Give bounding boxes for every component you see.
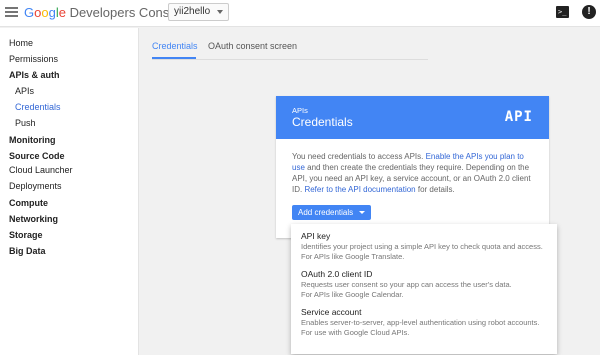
api-documentation-link[interactable]: Refer to the API documentation: [304, 185, 415, 194]
menu-item-title: Service account: [301, 307, 362, 317]
card-title: Credentials: [292, 115, 353, 129]
menu-item-example: For APIs like Google Translate.: [301, 252, 405, 261]
menu-item-oauth-client-id[interactable]: OAuth 2.0 client ID Requests user consen…: [301, 269, 551, 300]
sidebar: Home Permissions APIs & auth APIs Creden…: [0, 28, 139, 355]
sidebar-item-big-data[interactable]: Big Data: [9, 246, 46, 256]
feedback-icon[interactable]: !: [582, 5, 596, 19]
tab-oauth-consent-screen[interactable]: OAuth consent screen: [208, 41, 297, 51]
active-tab-indicator: [152, 57, 196, 59]
tab-bar: Credentials OAuth consent screen: [140, 28, 600, 60]
sidebar-item-push[interactable]: Push: [15, 118, 36, 128]
add-credentials-label: Add credentials: [298, 208, 354, 217]
menu-item-api-key[interactable]: API key Identifies your project using a …: [301, 231, 551, 262]
sidebar-item-networking[interactable]: Networking: [9, 214, 58, 224]
menu-item-service-account[interactable]: Service account Enables server-to-server…: [301, 307, 551, 338]
sidebar-item-compute[interactable]: Compute: [9, 198, 48, 208]
menu-item-title: OAuth 2.0 client ID: [301, 269, 373, 279]
tab-credentials[interactable]: Credentials: [152, 41, 198, 51]
sidebar-item-monitoring[interactable]: Monitoring: [9, 135, 56, 145]
menu-item-description: Requests user consent so your app can ac…: [301, 280, 512, 289]
card-description: You need credentials to access APIs. Ena…: [292, 151, 536, 195]
app-logo[interactable]: Google Developers Console: [24, 5, 187, 20]
card-header: APIs Credentials API: [276, 96, 549, 139]
tab-divider: [152, 59, 428, 60]
sidebar-item-source-code[interactable]: Source Code: [9, 151, 65, 161]
sidebar-item-credentials[interactable]: Credentials: [15, 102, 61, 112]
top-header: Google Developers Console yii2hello >_ !: [0, 0, 600, 27]
menu-item-title: API key: [301, 231, 331, 241]
sidebar-item-apis[interactable]: APIs: [15, 86, 34, 96]
sidebar-item-permissions[interactable]: Permissions: [9, 54, 58, 64]
cloud-shell-icon[interactable]: >_: [556, 6, 569, 18]
sidebar-item-apis-auth[interactable]: APIs & auth: [9, 70, 60, 80]
menu-item-example: For use with Google Cloud APIs.: [301, 328, 410, 337]
chevron-down-icon: [359, 211, 366, 214]
main-content: Credentials OAuth consent screen APIs Cr…: [140, 28, 600, 355]
sidebar-item-cloud-launcher[interactable]: Cloud Launcher: [9, 165, 73, 175]
menu-item-example: For APIs like Google Calendar.: [301, 290, 404, 299]
menu-item-description: Identifies your project using a simple A…: [301, 242, 543, 251]
menu-icon[interactable]: [5, 7, 18, 17]
add-credentials-menu: API key Identifies your project using a …: [291, 224, 557, 354]
card-text-3: for details.: [415, 185, 455, 194]
card-kicker: APIs: [292, 106, 308, 115]
credentials-card: APIs Credentials API You need credential…: [276, 96, 549, 238]
project-selector[interactable]: yii2hello: [168, 3, 230, 21]
chevron-down-icon: [217, 10, 224, 14]
card-text-1: You need credentials to access APIs.: [292, 152, 426, 161]
add-credentials-button[interactable]: Add credentials: [292, 205, 372, 220]
sidebar-item-deployments[interactable]: Deployments: [9, 181, 62, 191]
sidebar-item-storage[interactable]: Storage: [9, 230, 43, 240]
api-icon: API: [504, 109, 533, 125]
sidebar-item-home[interactable]: Home: [9, 38, 33, 48]
menu-item-description: Enables server-to-server, app-level auth…: [301, 318, 540, 327]
project-name: yii2hello: [174, 6, 211, 17]
